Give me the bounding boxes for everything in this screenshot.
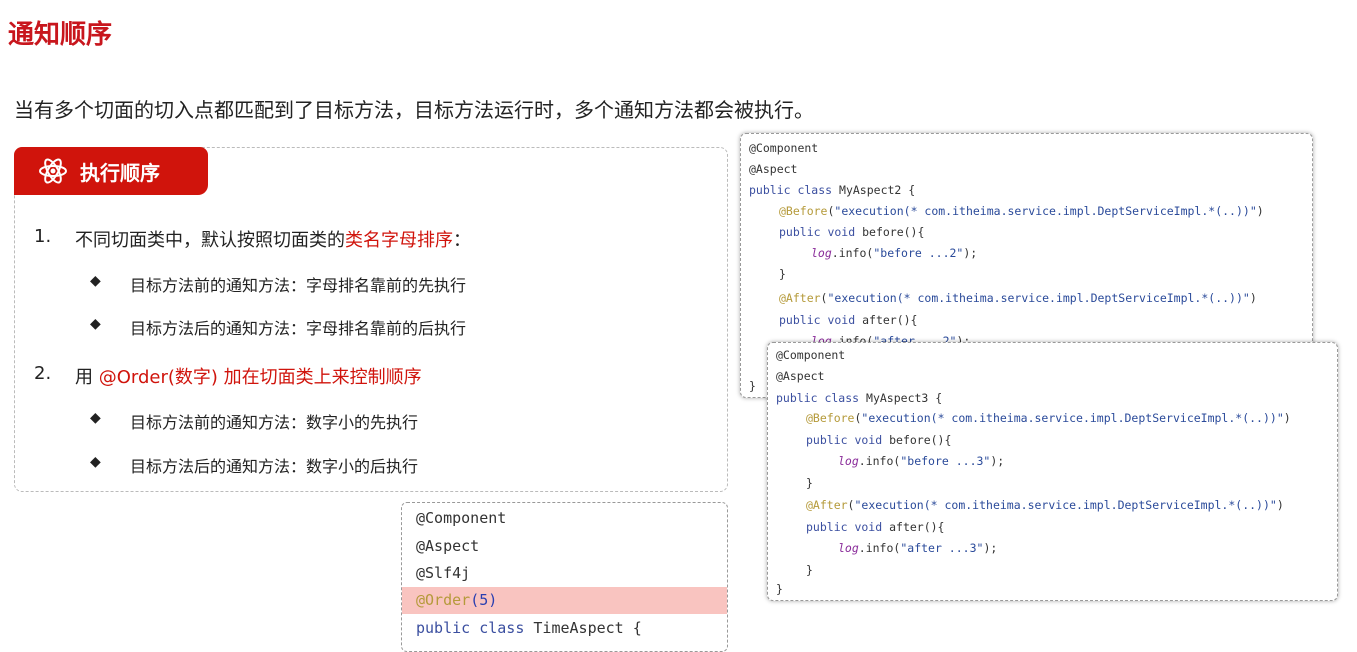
diamond-bullet-icon: ◆ xyxy=(90,454,101,470)
code-line: log.info("before ...2"); xyxy=(811,246,978,260)
code-line: } xyxy=(806,476,813,490)
code-line: log.info("after ...3"); xyxy=(838,541,998,555)
intro-text: 当有多个切面的切入点都匹配到了目标方法，目标方法运行时，多个通知方法都会被执行。 xyxy=(14,98,814,122)
atom-icon xyxy=(39,158,67,184)
item-number: 2. xyxy=(34,363,52,384)
bullet-text: 目标方法后的通知方法：字母排名靠前的后执行 xyxy=(130,319,467,338)
code-line: public void after(){ xyxy=(779,313,918,327)
code-line: @Before("execution(* com.itheima.service… xyxy=(806,411,1291,425)
code-line: @Component xyxy=(416,509,507,527)
code-line: } xyxy=(749,379,756,393)
panel-tab-label: 执行顺序 xyxy=(80,160,160,185)
code-line: } xyxy=(779,267,786,281)
code-line: @Slf4j xyxy=(416,564,471,582)
diamond-bullet-icon: ◆ xyxy=(90,316,101,332)
code-line: public class MyAspect2 { xyxy=(749,183,916,197)
item-number: 1. xyxy=(34,226,52,247)
code-line: @Before("execution(* com.itheima.service… xyxy=(779,204,1264,218)
diamond-bullet-icon: ◆ xyxy=(90,410,101,426)
code-line: public class TimeAspect { xyxy=(416,619,642,637)
code-line: @Aspect xyxy=(416,537,480,555)
code-line: public void before(){ xyxy=(779,225,925,239)
code-line: @Component xyxy=(749,141,819,155)
page-title: 通知顺序 xyxy=(8,20,113,50)
item-text: 用 @Order(数字) 加在切面类上来控制顺序 xyxy=(75,367,422,388)
code-line: @Order(5) xyxy=(416,591,498,609)
panel-tab: 执行顺序 xyxy=(14,147,208,195)
code-line: public class MyAspect3 { xyxy=(776,391,943,405)
code-line: public void after(){ xyxy=(806,520,945,534)
diamond-bullet-icon: ◆ xyxy=(90,273,101,289)
code-line: @Component xyxy=(776,348,846,362)
bullet-text: 目标方法前的通知方法：字母排名靠前的先执行 xyxy=(130,276,467,295)
time-aspect-code: @Component @Aspect @Slf4j @Order(5) publ… xyxy=(401,502,728,652)
code-line: } xyxy=(806,563,813,577)
item-text: 不同切面类中，默认按照切面类的类名字母排序： xyxy=(75,230,471,251)
code-line: @Aspect xyxy=(776,369,825,383)
code-line: @Aspect xyxy=(749,162,798,176)
my-aspect3-code: @Component @Aspect public class MyAspect… xyxy=(767,342,1338,601)
code-line: @After("execution(* com.itheima.service.… xyxy=(806,498,1284,512)
code-line: } xyxy=(776,582,783,596)
code-line: @After("execution(* com.itheima.service.… xyxy=(779,291,1257,305)
bullet-text: 目标方法后的通知方法：数字小的后执行 xyxy=(130,457,419,476)
code-line: log.info("before ...3"); xyxy=(838,454,1005,468)
code-line: public void before(){ xyxy=(806,433,952,447)
bullet-text: 目标方法前的通知方法：数字小的先执行 xyxy=(130,413,419,432)
